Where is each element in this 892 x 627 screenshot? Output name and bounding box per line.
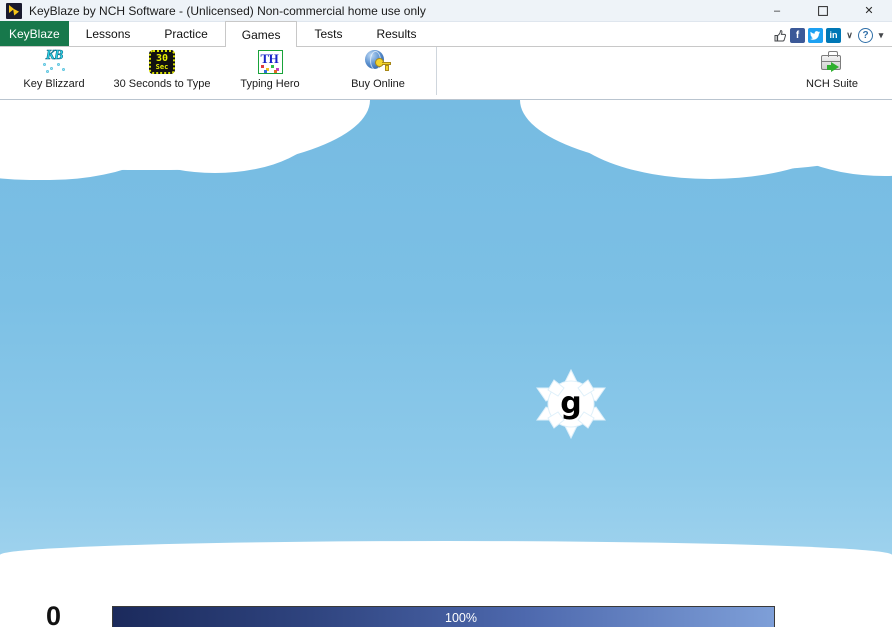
- toolbar-key-blizzard-label: Key Blizzard: [23, 78, 85, 90]
- toolbar-buy-online-label: Buy Online: [351, 78, 405, 90]
- toolbar-typing-hero-label: Typing Hero: [240, 78, 300, 90]
- window-title-bar: KeyBlaze by NCH Software - (Unlicensed) …: [0, 0, 892, 22]
- thumbs-up-glyph: [774, 29, 786, 41]
- toolbar-buy-online[interactable]: Buy Online: [324, 47, 432, 95]
- linkedin-icon[interactable]: in: [826, 28, 841, 43]
- thirty-seconds-number: 30: [155, 52, 169, 64]
- cloud-left: [0, 100, 370, 180]
- typing-hero-icon: TH: [255, 49, 285, 75]
- toolbar-nch-suite-label: NCH Suite: [806, 78, 858, 90]
- toolbar-typing-hero[interactable]: TH Typing Hero: [216, 47, 324, 95]
- nch-suite-icon: [817, 49, 847, 75]
- key-blizzard-game-canvas[interactable]: g: [0, 100, 892, 598]
- toolbar-key-blizzard[interactable]: KB Key Blizzard: [0, 47, 108, 95]
- thumbs-up-icon[interactable]: [772, 28, 787, 43]
- close-button[interactable]: ✕: [846, 0, 892, 22]
- score-value: 0: [46, 601, 62, 627]
- chevron-down-icon[interactable]: ∨: [844, 28, 855, 43]
- toolbar-30-seconds-to-type[interactable]: 30 Sec 30 Seconds to Type: [108, 47, 216, 95]
- main-tab-bar: KeyBlaze Lessons Practice Games Tests Re…: [0, 21, 892, 47]
- falling-letter: g: [560, 386, 582, 421]
- cloud-right: [520, 100, 892, 179]
- tab-tests[interactable]: Tests: [297, 21, 359, 46]
- minimize-button[interactable]: –: [754, 0, 800, 22]
- game-status-row: 0 100%: [0, 598, 892, 627]
- key-blizzard-icon: KB: [39, 48, 69, 75]
- tab-keyblaze-brand[interactable]: KeyBlaze: [0, 21, 69, 46]
- tab-lessons[interactable]: Lessons: [69, 21, 148, 46]
- tab-practice[interactable]: Practice: [147, 21, 224, 46]
- thirty-seconds-unit: Sec: [155, 62, 169, 71]
- facebook-icon[interactable]: f: [790, 28, 805, 43]
- buy-online-icon: [363, 49, 393, 75]
- tab-games[interactable]: Games: [224, 21, 298, 47]
- kb-snowflakes: [42, 62, 66, 74]
- thirty-seconds-badge: 30 Sec: [149, 50, 175, 74]
- briefcase-icon: [818, 49, 846, 75]
- game-toolbar: KB Key Blizzard 30 Sec 30 Seconds to Typ…: [0, 47, 892, 100]
- key-icon-shaft: [382, 62, 391, 71]
- kb-monogram: KB: [45, 48, 63, 63]
- maximize-button[interactable]: [800, 0, 846, 22]
- social-share-group: f in ∨ ? ▾: [772, 28, 886, 43]
- help-dropdown-chevron-icon[interactable]: ▾: [876, 28, 886, 43]
- tab-results[interactable]: Results: [359, 21, 433, 46]
- progress-bar-label: 100%: [445, 611, 477, 625]
- toolbar-separator: [436, 47, 437, 95]
- help-icon[interactable]: ?: [858, 28, 873, 43]
- typing-hero-badge: TH: [257, 50, 283, 74]
- window-controls: – ✕: [754, 0, 892, 22]
- snow-ground: [0, 541, 892, 598]
- app-icon: [6, 2, 22, 19]
- window-title: KeyBlaze by NCH Software - (Unlicensed) …: [29, 3, 426, 18]
- toolbar-nch-suite[interactable]: NCH Suite: [778, 47, 886, 95]
- progress-bar: 100%: [112, 606, 775, 627]
- globe-key-icon: [364, 49, 392, 75]
- falling-snowflake: g: [534, 368, 608, 440]
- thirty-seconds-icon: 30 Sec: [147, 49, 177, 75]
- twitter-icon[interactable]: [808, 28, 823, 43]
- toolbar-30-seconds-label: 30 Seconds to Type: [113, 78, 211, 90]
- green-arrow-icon: [827, 62, 839, 72]
- twitter-bird-glyph: [810, 31, 820, 40]
- maximize-icon: [818, 6, 828, 16]
